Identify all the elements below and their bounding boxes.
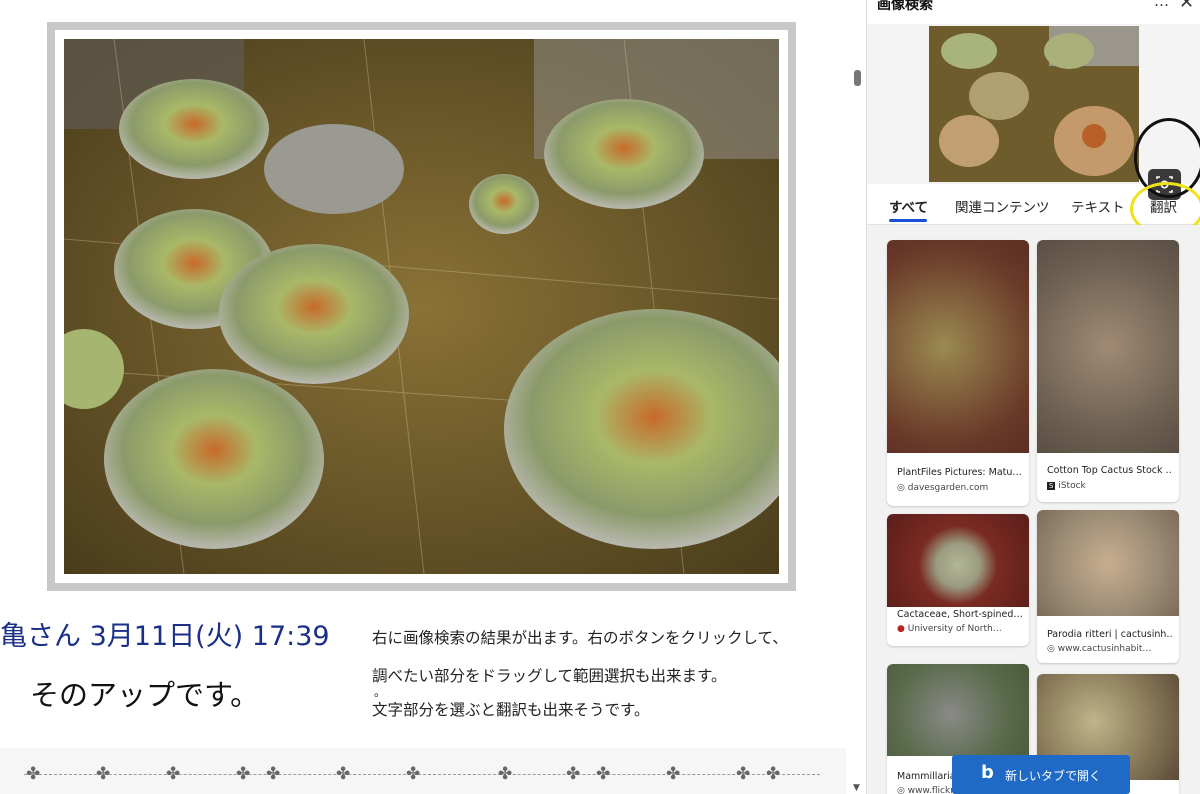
result-thumbnail (887, 240, 1029, 453)
clover-icon: ✤ (166, 764, 181, 784)
clover-icon: ✤ (766, 764, 781, 784)
university-icon: ● (897, 624, 905, 634)
clover-icon: ✤ (236, 764, 251, 784)
note-line: 右に画像検索の結果が出ます。右のボタンをクリックして、 (372, 629, 788, 647)
result-thumbnail (1037, 240, 1179, 453)
close-icon[interactable]: ✕ (1179, 0, 1194, 13)
active-tab-indicator (889, 219, 927, 222)
clover-icon: ✤ (266, 764, 281, 784)
page-scrollbar-thumb[interactable] (854, 70, 861, 86)
more-options-icon[interactable]: … (1154, 0, 1169, 10)
tab-text[interactable]: テキスト (1071, 196, 1125, 216)
globe-icon: ◎ (897, 483, 905, 493)
open-in-new-tab-button[interactable]: b 新しいタブで開く (952, 755, 1130, 794)
query-image[interactable] (929, 26, 1139, 182)
clover-icon: ✤ (96, 764, 111, 784)
globe-icon: ◎ (897, 786, 905, 794)
panel-title: 画像検索 (877, 0, 933, 13)
result-thumbnail (887, 664, 1029, 756)
bing-icon: b (981, 762, 994, 783)
result-source: iStock (1058, 481, 1086, 491)
clover-divider: ✤ ✤ ✤ ✤ ✤ ✤ ✤ ✤ ✤ ✤ ✤ ✤ ✤ (0, 748, 846, 794)
results-grid: PlantFiles Pictures: Matu… ◎ davesgarden… (867, 225, 1200, 794)
result-card[interactable]: Cactaceae, Short-spined… ● University of… (887, 514, 1029, 646)
blog-page: 亀さん 3月11日(火) 17:39 そのアップです。 右に画像検索の結果が出ま… (0, 0, 866, 794)
result-source: University of North… (907, 624, 1002, 634)
result-title: PlantFiles Pictures: Matu… (897, 467, 1022, 478)
clover-icon: ✤ (666, 764, 681, 784)
open-in-new-tab-label: 新しいタブで開く (1005, 769, 1102, 783)
visual-search-panel: 画像検索 … ✕ すべて 関連コンテンツ テキスト 翻訳 PlantFiles … (866, 0, 1200, 794)
result-thumbnail (1037, 510, 1179, 616)
cactus-photo[interactable] (64, 39, 779, 574)
note-line: 文字部分を選ぶと翻訳も出来そうです。 (372, 701, 650, 719)
clover-icon: ✤ (566, 764, 581, 784)
tab-all[interactable]: すべて (889, 196, 928, 216)
istock-icon: S (1047, 482, 1056, 490)
clover-icon: ✤ (596, 764, 611, 784)
result-source: www.cactusinhabit… (1057, 644, 1152, 654)
clover-icon: ✤ (26, 764, 41, 784)
comment-author-line: 亀さん 3月11日(火) 17:39 (0, 621, 330, 652)
result-thumbnail (887, 514, 1029, 607)
clover-icon: ✤ (498, 764, 513, 784)
clover-icon: ✤ (336, 764, 351, 784)
result-title: Cotton Top Cactus Stock … (1047, 465, 1172, 476)
result-source: davesgarden.com (907, 483, 989, 493)
comment-text: そのアップです。 (30, 678, 260, 712)
result-title: Cactaceae, Short-spined… (897, 609, 1022, 620)
photo-frame (47, 22, 796, 591)
result-title: Parodia ritteri | cactusinh… (1047, 629, 1172, 640)
clover-icon: ✤ (736, 764, 751, 784)
globe-icon: ◎ (1047, 644, 1055, 654)
clover-icon: ✤ (406, 764, 421, 784)
tab-related-content[interactable]: 関連コンテンツ (955, 196, 1050, 216)
scroll-down-arrow-icon[interactable]: ▼ (853, 783, 860, 793)
result-card[interactable]: PlantFiles Pictures: Matu… ◎ davesgarden… (887, 240, 1029, 506)
result-card[interactable]: Parodia ritteri | cactusinh… ◎ www.cactu… (1037, 510, 1179, 663)
explanation-note: 右に画像検索の結果が出ます。右のボタンをクリックして、 調べたい部分をドラッグし… (372, 619, 842, 729)
result-card[interactable]: Cotton Top Cactus Stock … S iStock (1037, 240, 1179, 502)
